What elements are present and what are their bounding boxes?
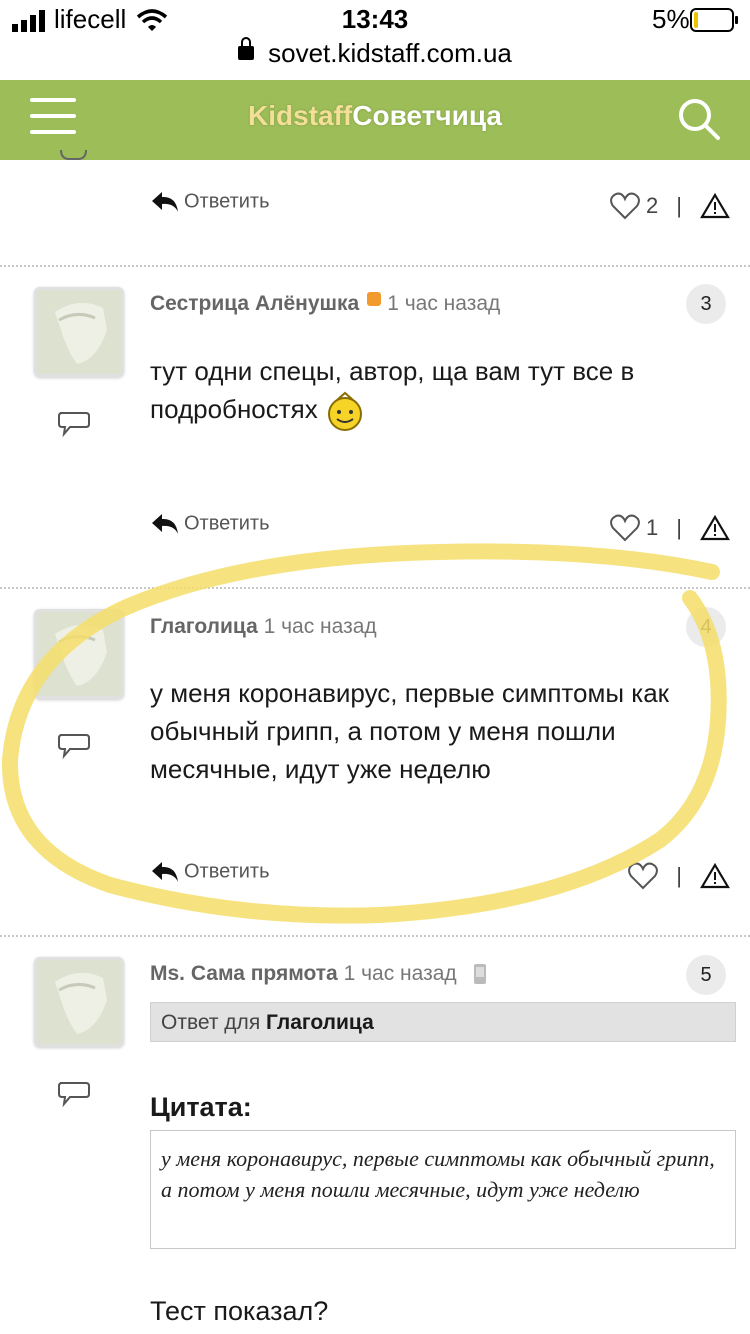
warning-icon[interactable] xyxy=(700,863,730,889)
battery-percent: 5% xyxy=(652,4,690,34)
comment-time: 1 час назад xyxy=(387,292,501,315)
reply-button[interactable]: Ответить xyxy=(150,860,270,884)
reply-to-header: Ответ для Глаголица xyxy=(150,1002,736,1042)
online-badge-icon xyxy=(367,292,382,306)
reply-button[interactable]: Ответить xyxy=(150,512,270,536)
quote-box: у меня коронавирус, первые симптомы как … xyxy=(150,1130,736,1249)
separator: | xyxy=(676,193,682,218)
comment-author: Сестрица Алёнушка 1 час назад xyxy=(150,292,500,316)
comment-author: Глаголица 1 час назад xyxy=(150,615,377,639)
avatar[interactable] xyxy=(34,957,124,1047)
separator: | xyxy=(676,515,682,540)
battery-icon xyxy=(690,8,738,32)
author-name[interactable]: Глаголица xyxy=(150,615,258,638)
comment-time: 1 час назад xyxy=(263,615,377,638)
comment-number: 4 xyxy=(686,607,726,647)
reply-arrow-icon xyxy=(152,862,178,882)
status-bar: lifecell 13:43 5% sovet.kidstaff.com.ua xyxy=(0,0,750,80)
reply-label: Ответить xyxy=(184,512,270,535)
comment-actions: 2 | xyxy=(610,192,730,220)
reply-arrow-icon xyxy=(152,514,178,534)
chat-bubble-icon[interactable] xyxy=(56,732,92,760)
comment-text: тут одни спецы, автор, ща вам тут все в … xyxy=(150,352,730,432)
lock-icon xyxy=(238,37,255,61)
heart-icon[interactable] xyxy=(628,862,659,890)
warning-icon[interactable] xyxy=(700,193,730,219)
avatar[interactable] xyxy=(34,287,124,377)
address-bar[interactable]: sovet.kidstaff.com.ua xyxy=(0,37,750,69)
like-count: 1 xyxy=(646,515,659,540)
clock: 13:43 xyxy=(341,4,409,34)
chat-bubble-icon[interactable] xyxy=(56,1080,92,1108)
reply-label: Ответить xyxy=(184,860,270,883)
comment-text: Тест показал? xyxy=(150,1296,329,1326)
comment-text: у меня коронавирус, первые симптомы как … xyxy=(150,678,670,784)
smiley-icon xyxy=(328,391,362,432)
like-count: 2 xyxy=(646,193,659,218)
quote-title: Цитата: xyxy=(150,1092,252,1122)
chat-bubble-icon[interactable] xyxy=(58,150,92,166)
reply-to-label: Ответ для xyxy=(161,1011,261,1034)
warning-icon[interactable] xyxy=(700,515,730,541)
comment-actions: | xyxy=(628,862,730,890)
comment-number: 5 xyxy=(686,955,726,995)
comment-divider xyxy=(0,587,750,589)
reply-arrow-icon xyxy=(152,192,178,212)
author-name[interactable]: Ms. Сама прямота xyxy=(150,962,338,985)
avatar[interactable] xyxy=(34,609,124,699)
reply-to-name[interactable]: Глаголица xyxy=(266,1011,374,1034)
chat-bubble-icon[interactable] xyxy=(56,410,92,438)
logo-part-sovetchica: Советчица xyxy=(352,100,502,131)
comment-author: Ms. Сама прямота 1 час назад xyxy=(150,962,487,986)
comment-divider xyxy=(0,265,750,267)
author-name[interactable]: Сестрица Алёнушка xyxy=(150,292,359,315)
comment-text-content: тут одни спецы, автор, ща вам тут все в … xyxy=(150,356,635,424)
comment-divider xyxy=(0,935,750,937)
site-header: KidstaffСоветчица xyxy=(0,80,750,160)
reply-label: Ответить xyxy=(184,190,270,213)
reply-button[interactable]: Ответить xyxy=(150,190,270,214)
separator: | xyxy=(676,863,682,888)
logo-part-kidstaff: Kidstaff xyxy=(248,100,353,131)
comment-time: 1 час назад xyxy=(343,962,457,985)
comment-actions: 1 | xyxy=(610,514,730,542)
heart-icon[interactable] xyxy=(610,192,640,220)
comment-number: 3 xyxy=(686,284,726,324)
site-logo[interactable]: KidstaffСоветчица xyxy=(0,80,750,152)
url-text: sovet.kidstaff.com.ua xyxy=(268,38,512,68)
phone-icon xyxy=(473,964,486,985)
heart-icon[interactable] xyxy=(610,514,640,542)
search-icon[interactable] xyxy=(676,96,722,142)
